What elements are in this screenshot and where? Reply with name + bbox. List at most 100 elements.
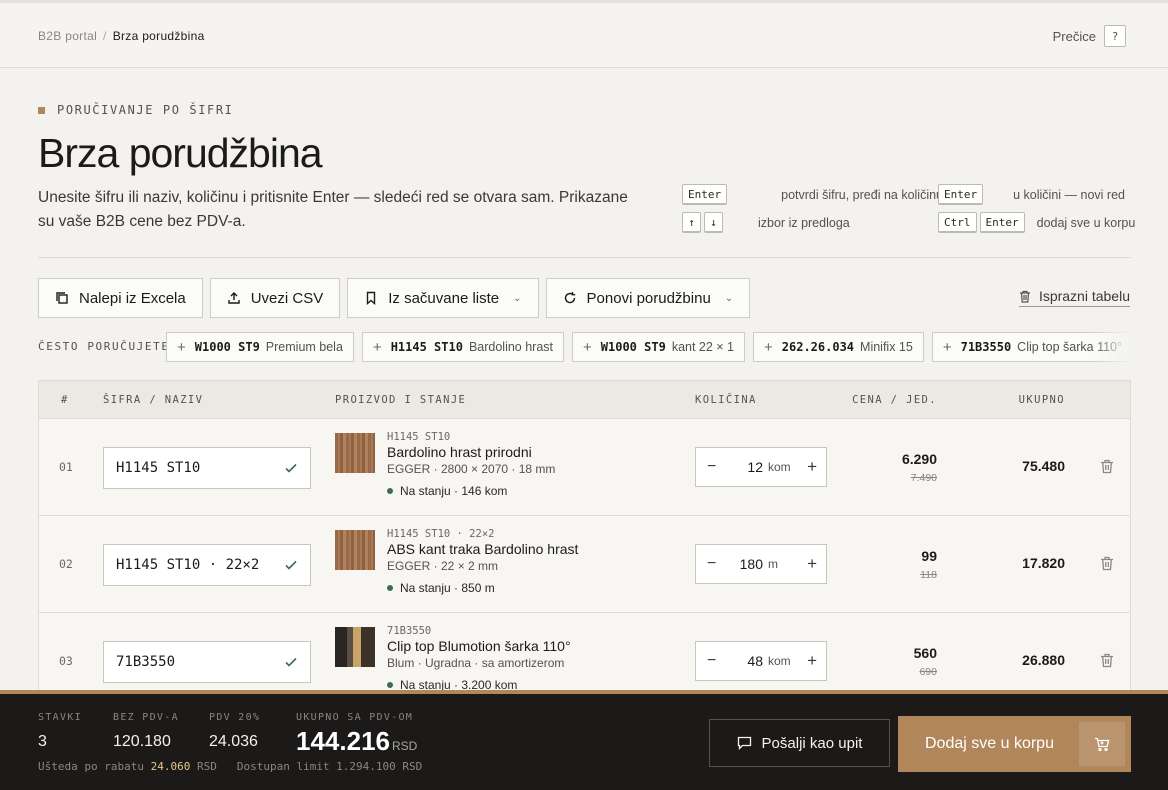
hint-text: dodaj sve u korpu <box>1036 215 1136 230</box>
quantity-stepper[interactable]: − 48 kom + <box>695 641 827 681</box>
plus-icon[interactable]: + <box>807 554 817 574</box>
code-input[interactable]: 71B3550 <box>103 641 311 683</box>
paste-excel-label: Nalepi iz Excela <box>79 289 186 307</box>
vat-label: PDV 20% <box>209 712 261 723</box>
frequent-chip[interactable]: +262.26.034 Minifix 15 <box>753 332 924 362</box>
hint-text: izbor iz predloga <box>758 215 850 230</box>
copy-icon <box>56 292 68 304</box>
code-input[interactable]: H1145 ST10 · 22×2 <box>103 544 311 586</box>
stock-status: Na stanju · 146 kom <box>387 484 555 498</box>
hint-ctrl-enter: Ctrl Enter dodaj sve u korpu <box>938 212 1135 233</box>
chip-code: W1000 ST9 <box>600 340 666 354</box>
saving-label: Ušteda po rabatu <box>38 760 144 773</box>
hint-text: u količini — novi red <box>1013 187 1125 202</box>
refresh-icon <box>564 292 575 304</box>
minus-icon[interactable]: − <box>707 555 716 573</box>
saved-list-label: Iz sačuvane liste <box>388 289 500 307</box>
header-code: ŠIFRA / NAZIV <box>103 394 204 406</box>
trash-icon[interactable] <box>1100 459 1114 474</box>
add-all-to-cart-button[interactable]: Dodaj sve u korpu <box>898 716 1131 772</box>
trash-icon[interactable] <box>1100 653 1114 668</box>
header-price: CENA / JED. <box>852 394 937 406</box>
summary-gross: UKUPNO SA PDV-OM 144.216 RSD <box>296 712 417 757</box>
key-enter: Enter <box>938 184 984 205</box>
import-csv-label: Uvezi CSV <box>250 289 324 307</box>
product-thumbnail <box>335 627 375 667</box>
minus-icon[interactable]: − <box>707 458 716 476</box>
quantity-value[interactable]: 48 <box>747 653 763 669</box>
header-product: PROIZVOD I STANJE <box>335 394 467 406</box>
plus-icon: + <box>942 338 952 356</box>
summary-net: BEZ PDV-A 120.180 <box>113 712 179 751</box>
trash-icon[interactable] <box>1100 556 1114 571</box>
product-sku: 71B3550 <box>387 625 432 637</box>
table-row: 01 H1145 ST10 H1145 ST10 Bardolino hrast pr… <box>39 419 1130 516</box>
hint-text: potvrdi šifru, pređi na količinu <box>781 187 944 202</box>
quantity-stepper[interactable]: − 12 kom + <box>695 447 827 487</box>
row-total: 75.480 <box>1022 458 1065 474</box>
order-table: # ŠIFRA / NAZIV PROIZVOD I STANJE KOLIČI… <box>38 380 1131 692</box>
quantity-stepper[interactable]: − 180 m + <box>695 544 827 584</box>
quantity-unit: kom <box>768 654 791 668</box>
plus-icon: + <box>372 338 382 356</box>
gross-label: UKUPNO SA PDV-OM <box>296 712 414 723</box>
quantity-value[interactable]: 12 <box>747 459 763 475</box>
trash-icon <box>1019 290 1030 303</box>
table-header: # ŠIFRA / NAZIV PROIZVOD I STANJE KOLIČI… <box>39 381 1130 419</box>
old-price: 690 <box>919 666 937 678</box>
product-name: Clip top Blumotion šarka 110° <box>387 638 571 654</box>
items-label: STAVKI <box>38 712 82 723</box>
shortcuts-help[interactable]: Prečice ? <box>1053 25 1126 47</box>
bookmark-icon <box>367 291 376 305</box>
chip-code: 71B3550 <box>960 340 1012 354</box>
minus-icon[interactable]: − <box>707 652 716 670</box>
quantity-value[interactable]: 180 <box>740 556 763 572</box>
gross-amount: 144.216 <box>296 726 390 756</box>
cart-icon <box>1079 722 1125 766</box>
stock-text: Na stanju · 850 m <box>400 581 495 595</box>
net-value: 120.180 <box>113 733 171 750</box>
frequent-chip[interactable]: + W1000 ST9 kant 22 × 1 <box>572 332 746 362</box>
paste-excel-button[interactable]: Nalepi iz Excela <box>38 278 203 318</box>
clear-table-button[interactable]: Isprazni tabelu <box>1018 288 1130 307</box>
shortcuts-label: Prečice <box>1052 28 1096 44</box>
key-ctrl: Ctrl <box>938 212 977 233</box>
current-price: 6.290 <box>901 451 937 467</box>
row-total: 17.820 <box>1022 555 1065 571</box>
table-row: 03 71B3550 71B3550 Clip top Blumotion šarka… <box>39 613 1130 692</box>
code-input[interactable]: H1145 ST10 <box>103 447 311 489</box>
row-number: 01 <box>59 460 73 474</box>
chip-name: Premium bela <box>265 340 343 354</box>
import-csv-button[interactable]: Uvezi CSV <box>209 278 341 318</box>
plus-icon[interactable]: + <box>807 457 817 477</box>
chip-code: H1145 ST10 <box>390 340 463 354</box>
frequent-chip[interactable]: + W1000 ST9 Premium bela <box>166 332 354 362</box>
page-description: Unesite šifru ili naziv, količinu i prit… <box>38 189 628 230</box>
repeat-order-dropdown[interactable]: Ponovi porudžbinu ⌄ <box>545 278 751 318</box>
chip-name: Bardolino hrast <box>468 340 554 354</box>
page-eyebrow: PORUČIVANJE PO ŠIFRI <box>38 103 234 117</box>
key-enter: Enter <box>682 184 728 205</box>
old-price: 118 <box>920 569 937 581</box>
plus-icon[interactable]: + <box>807 651 817 671</box>
row-total: 26.880 <box>1022 652 1065 668</box>
clear-table-label: Isprazni tabelu <box>1038 288 1130 304</box>
send-inquiry-button[interactable]: Pošalji kao upit <box>709 719 890 767</box>
product-info: H1145 ST10 · 22×2 ABS kant traka Bardolin… <box>387 528 578 595</box>
product-info: 71B3550 Clip top Blumotion šarka 110° Blum… <box>387 625 571 692</box>
check-icon <box>285 657 297 667</box>
help-button[interactable]: ? <box>1104 25 1126 47</box>
summary-note: Ušteda po rabatu 24.060 RSD Dostupan limi… <box>38 760 422 773</box>
breadcrumb-root[interactable]: B2B portal <box>38 29 97 43</box>
chip-name: Minifix 15 <box>860 340 913 354</box>
frequent-chip[interactable]: + H1145 ST10 Bardolino hrast <box>361 332 565 362</box>
toolbar: Nalepi iz Excela Uvezi CSV Iz sačuvane l… <box>38 278 751 318</box>
net-label: BEZ PDV-A <box>113 712 179 723</box>
plus-icon: + <box>177 338 186 356</box>
breadcrumb-current: Brza porudžbina <box>112 29 205 43</box>
vat-value: 24.036 <box>209 733 258 750</box>
saved-list-dropdown[interactable]: Iz sačuvane liste ⌄ <box>347 278 539 318</box>
hint-enter-newrow: Enter u količini — novi red <box>938 184 1125 205</box>
frequent-chips: + W1000 ST9 Premium bela + H1145 ST10 Bardoli… <box>166 332 1131 362</box>
check-icon <box>285 463 297 473</box>
